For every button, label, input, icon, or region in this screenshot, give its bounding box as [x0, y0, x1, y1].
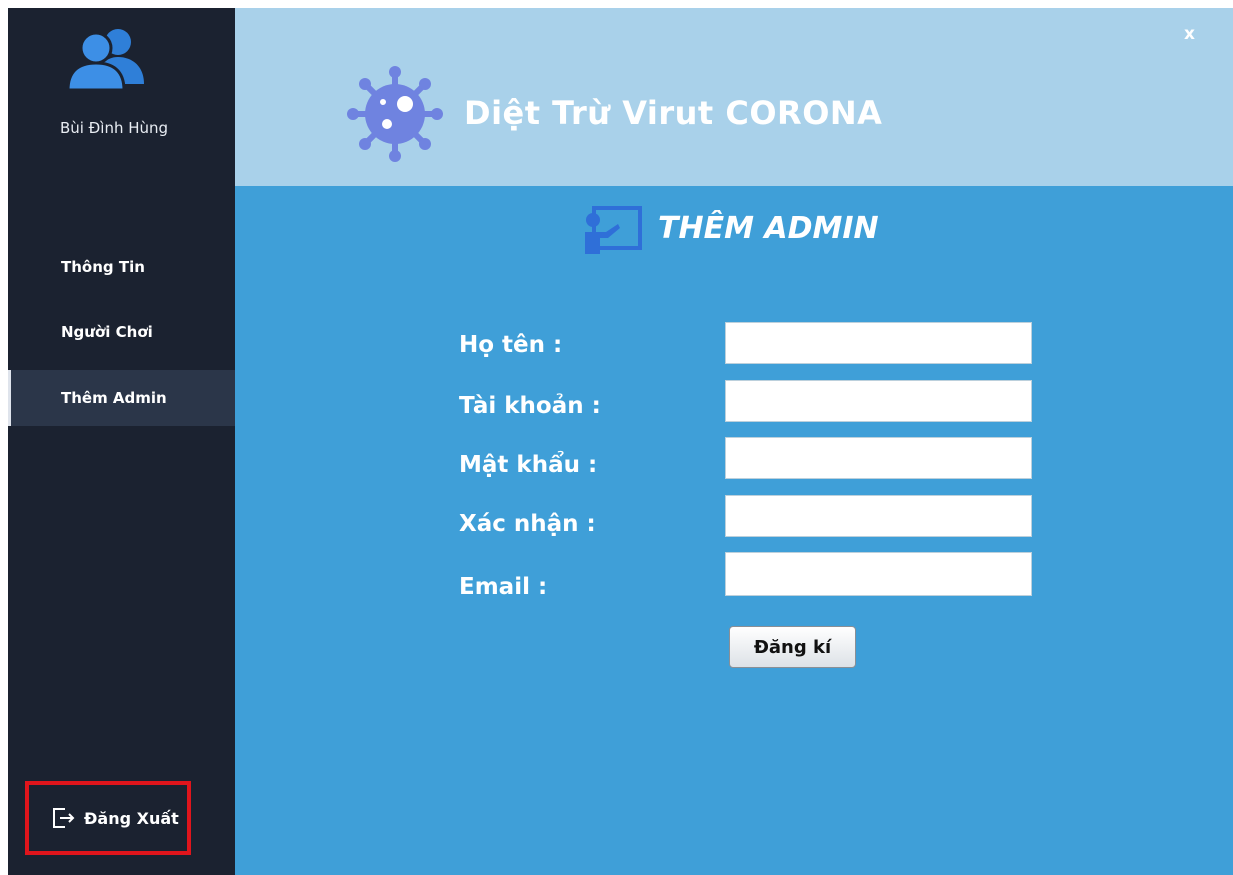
account-input[interactable] [725, 380, 1032, 422]
sidebar-item-nguoi-choi[interactable]: Người Chơi [8, 304, 235, 360]
confirm-password-input[interactable] [725, 495, 1032, 537]
logout-icon [53, 808, 75, 828]
app-title: Diệt Trừ Virut CORONA [464, 94, 883, 132]
header: Diệt Trừ Virut CORONA x [235, 8, 1233, 186]
users-icon [66, 29, 144, 92]
sidebar: Bùi Đình Hùng Thông Tin Người Chơi Thêm … [8, 8, 235, 875]
email-label: Email : [459, 574, 548, 600]
sidebar-item-label: Thông Tin [61, 258, 145, 276]
sidebar-item-label: Người Chơi [61, 323, 153, 341]
logout-label: Đăng Xuất [84, 808, 179, 828]
virus-icon [347, 66, 443, 162]
sidebar-item-them-admin[interactable]: Thêm Admin [8, 370, 235, 426]
sidebar-item-label: Thêm Admin [61, 389, 167, 407]
username: Bùi Đình Hùng [59, 119, 169, 137]
fullname-input[interactable] [725, 322, 1032, 364]
section-title: THÊM ADMIN [658, 211, 879, 246]
password-input[interactable] [725, 437, 1032, 479]
admin-board-icon [585, 206, 642, 254]
account-label: Tài khoản : [459, 393, 601, 419]
email-input[interactable] [725, 552, 1032, 596]
close-button[interactable]: x [1184, 24, 1195, 44]
logout-button[interactable]: Đăng Xuất [25, 781, 191, 855]
confirm-password-label: Xác nhận : [459, 511, 596, 537]
app-window: Bùi Đình Hùng Thông Tin Người Chơi Thêm … [8, 8, 1233, 875]
password-label: Mật khẩu : [459, 452, 598, 478]
fullname-label: Họ tên : [459, 332, 563, 358]
register-button[interactable]: Đăng kí [729, 626, 856, 668]
sidebar-item-thong-tin[interactable]: Thông Tin [8, 239, 235, 295]
main-panel: THÊM ADMIN Họ tên : Tài khoản : Mật khẩu… [235, 186, 1233, 875]
